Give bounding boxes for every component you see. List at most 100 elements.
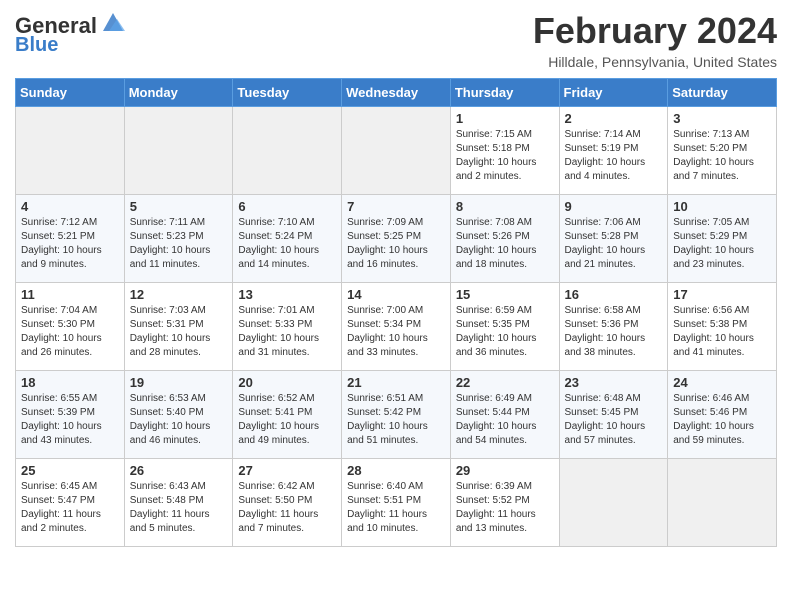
calendar-cell	[559, 459, 668, 547]
day-info: Sunrise: 7:13 AM Sunset: 5:20 PM Dayligh…	[673, 128, 771, 184]
day-number: 20	[238, 375, 336, 390]
day-number: 17	[673, 287, 771, 302]
calendar-cell: 12 Sunrise: 7:03 AM Sunset: 5:31 PM Dayli…	[124, 283, 233, 371]
calendar-header-row: SundayMondayTuesdayWednesdayThursdayFrid…	[16, 79, 777, 107]
day-number: 19	[130, 375, 228, 390]
day-number: 11	[21, 287, 119, 302]
calendar-cell: 24 Sunrise: 6:46 AM Sunset: 5:46 PM Dayli…	[668, 371, 777, 459]
calendar-cell: 8 Sunrise: 7:08 AM Sunset: 5:26 PM Daylig…	[450, 195, 559, 283]
day-header-sunday: Sunday	[16, 79, 125, 107]
calendar-cell	[342, 107, 451, 195]
location: Hilldale, Pennsylvania, United States	[533, 54, 777, 70]
day-number: 5	[130, 199, 228, 214]
calendar-cell: 26 Sunrise: 6:43 AM Sunset: 5:48 PM Dayli…	[124, 459, 233, 547]
calendar-cell: 19Sunrise: 6:53 AM Sunset: 5:40 PM Dayli…	[124, 371, 233, 459]
day-info: Sunrise: 7:06 AM Sunset: 5:28 PM Dayligh…	[565, 216, 663, 272]
calendar-week-1: 1Sunrise: 7:15 AM Sunset: 5:18 PM Daylig…	[16, 107, 777, 195]
day-info: Sunrise: 6:52 AM Sunset: 5:41 PM Dayligh…	[238, 392, 336, 448]
day-number: 1	[456, 111, 554, 126]
day-info: Sunrise: 6:49 AM Sunset: 5:44 PM Dayligh…	[456, 392, 554, 448]
day-info: Sunrise: 7:12 AM Sunset: 5:21 PM Dayligh…	[21, 216, 119, 272]
calendar-cell: 2 Sunrise: 7:14 AM Sunset: 5:19 PM Daylig…	[559, 107, 668, 195]
day-number: 24	[673, 375, 771, 390]
calendar-week-3: 11 Sunrise: 7:04 AM Sunset: 5:30 PM Dayli…	[16, 283, 777, 371]
day-info: Sunrise: 6:45 AM Sunset: 5:47 PM Dayligh…	[21, 480, 119, 536]
day-number: 10	[673, 199, 771, 214]
day-number: 2	[565, 111, 663, 126]
calendar-body: 1Sunrise: 7:15 AM Sunset: 5:18 PM Daylig…	[16, 107, 777, 547]
day-header-tuesday: Tuesday	[233, 79, 342, 107]
day-number: 14	[347, 287, 445, 302]
day-header-friday: Friday	[559, 79, 668, 107]
day-info: Sunrise: 6:48 AM Sunset: 5:45 PM Dayligh…	[565, 392, 663, 448]
day-info: Sunrise: 7:03 AM Sunset: 5:31 PM Dayligh…	[130, 304, 228, 360]
calendar-cell: 21Sunrise: 6:51 AM Sunset: 5:42 PM Dayli…	[342, 371, 451, 459]
day-info: Sunrise: 6:56 AM Sunset: 5:38 PM Dayligh…	[673, 304, 771, 360]
calendar-cell: 9 Sunrise: 7:06 AM Sunset: 5:28 PM Daylig…	[559, 195, 668, 283]
day-number: 7	[347, 199, 445, 214]
day-info: Sunrise: 7:05 AM Sunset: 5:29 PM Dayligh…	[673, 216, 771, 272]
day-header-thursday: Thursday	[450, 79, 559, 107]
day-info: Sunrise: 6:46 AM Sunset: 5:46 PM Dayligh…	[673, 392, 771, 448]
calendar-cell	[668, 459, 777, 547]
day-number: 23	[565, 375, 663, 390]
day-number: 4	[21, 199, 119, 214]
calendar-cell	[233, 107, 342, 195]
day-number: 9	[565, 199, 663, 214]
calendar-table: SundayMondayTuesdayWednesdayThursdayFrid…	[15, 78, 777, 547]
calendar-week-2: 4 Sunrise: 7:12 AM Sunset: 5:21 PM Daylig…	[16, 195, 777, 283]
calendar-cell: 7 Sunrise: 7:09 AM Sunset: 5:25 PM Daylig…	[342, 195, 451, 283]
day-number: 8	[456, 199, 554, 214]
day-number: 25	[21, 463, 119, 478]
header: General Blue February 2024 Hilldale, Pen…	[15, 10, 777, 70]
day-number: 16	[565, 287, 663, 302]
calendar-week-4: 18 Sunrise: 6:55 AM Sunset: 5:39 PM Dayli…	[16, 371, 777, 459]
calendar-cell: 27 Sunrise: 6:42 AM Sunset: 5:50 PM Dayli…	[233, 459, 342, 547]
calendar-cell	[124, 107, 233, 195]
month-title: February 2024	[533, 10, 777, 52]
calendar-cell: 28Sunrise: 6:40 AM Sunset: 5:51 PM Dayli…	[342, 459, 451, 547]
day-info: Sunrise: 7:09 AM Sunset: 5:25 PM Dayligh…	[347, 216, 445, 272]
calendar-cell: 1Sunrise: 7:15 AM Sunset: 5:18 PM Daylig…	[450, 107, 559, 195]
day-number: 27	[238, 463, 336, 478]
day-number: 29	[456, 463, 554, 478]
calendar-cell: 11 Sunrise: 7:04 AM Sunset: 5:30 PM Dayli…	[16, 283, 125, 371]
calendar-cell: 18 Sunrise: 6:55 AM Sunset: 5:39 PM Dayli…	[16, 371, 125, 459]
day-info: Sunrise: 6:58 AM Sunset: 5:36 PM Dayligh…	[565, 304, 663, 360]
day-info: Sunrise: 7:00 AM Sunset: 5:34 PM Dayligh…	[347, 304, 445, 360]
day-number: 18	[21, 375, 119, 390]
day-info: Sunrise: 7:04 AM Sunset: 5:30 PM Dayligh…	[21, 304, 119, 360]
calendar-cell: 4 Sunrise: 7:12 AM Sunset: 5:21 PM Daylig…	[16, 195, 125, 283]
calendar-cell: 20 Sunrise: 6:52 AM Sunset: 5:41 PM Dayli…	[233, 371, 342, 459]
day-info: Sunrise: 7:14 AM Sunset: 5:19 PM Dayligh…	[565, 128, 663, 184]
calendar-cell: 17 Sunrise: 6:56 AM Sunset: 5:38 PM Dayli…	[668, 283, 777, 371]
day-info: Sunrise: 6:42 AM Sunset: 5:50 PM Dayligh…	[238, 480, 336, 536]
day-info: Sunrise: 6:59 AM Sunset: 5:35 PM Dayligh…	[456, 304, 554, 360]
day-info: Sunrise: 6:51 AM Sunset: 5:42 PM Dayligh…	[347, 392, 445, 448]
calendar-cell: 10 Sunrise: 7:05 AM Sunset: 5:29 PM Dayli…	[668, 195, 777, 283]
logo: General Blue	[15, 14, 127, 56]
calendar-cell: 14 Sunrise: 7:00 AM Sunset: 5:34 PM Dayli…	[342, 283, 451, 371]
calendar-cell: 16 Sunrise: 6:58 AM Sunset: 5:36 PM Dayli…	[559, 283, 668, 371]
calendar-cell: 3 Sunrise: 7:13 AM Sunset: 5:20 PM Daylig…	[668, 107, 777, 195]
day-info: Sunrise: 6:39 AM Sunset: 5:52 PM Dayligh…	[456, 480, 554, 536]
day-number: 3	[673, 111, 771, 126]
calendar-cell: 15Sunrise: 6:59 AM Sunset: 5:35 PM Dayli…	[450, 283, 559, 371]
day-info: Sunrise: 7:01 AM Sunset: 5:33 PM Dayligh…	[238, 304, 336, 360]
day-number: 12	[130, 287, 228, 302]
calendar-cell: 5Sunrise: 7:11 AM Sunset: 5:23 PM Daylig…	[124, 195, 233, 283]
day-info: Sunrise: 7:08 AM Sunset: 5:26 PM Dayligh…	[456, 216, 554, 272]
day-number: 6	[238, 199, 336, 214]
day-header-saturday: Saturday	[668, 79, 777, 107]
day-info: Sunrise: 6:43 AM Sunset: 5:48 PM Dayligh…	[130, 480, 228, 536]
day-info: Sunrise: 6:55 AM Sunset: 5:39 PM Dayligh…	[21, 392, 119, 448]
calendar-week-5: 25 Sunrise: 6:45 AM Sunset: 5:47 PM Dayli…	[16, 459, 777, 547]
day-info: Sunrise: 6:40 AM Sunset: 5:51 PM Dayligh…	[347, 480, 445, 536]
day-number: 22	[456, 375, 554, 390]
day-header-wednesday: Wednesday	[342, 79, 451, 107]
day-info: Sunrise: 7:10 AM Sunset: 5:24 PM Dayligh…	[238, 216, 336, 272]
day-number: 26	[130, 463, 228, 478]
calendar-cell: 29 Sunrise: 6:39 AM Sunset: 5:52 PM Dayli…	[450, 459, 559, 547]
logo-icon	[99, 11, 127, 33]
calendar-cell: 6 Sunrise: 7:10 AM Sunset: 5:24 PM Daylig…	[233, 195, 342, 283]
